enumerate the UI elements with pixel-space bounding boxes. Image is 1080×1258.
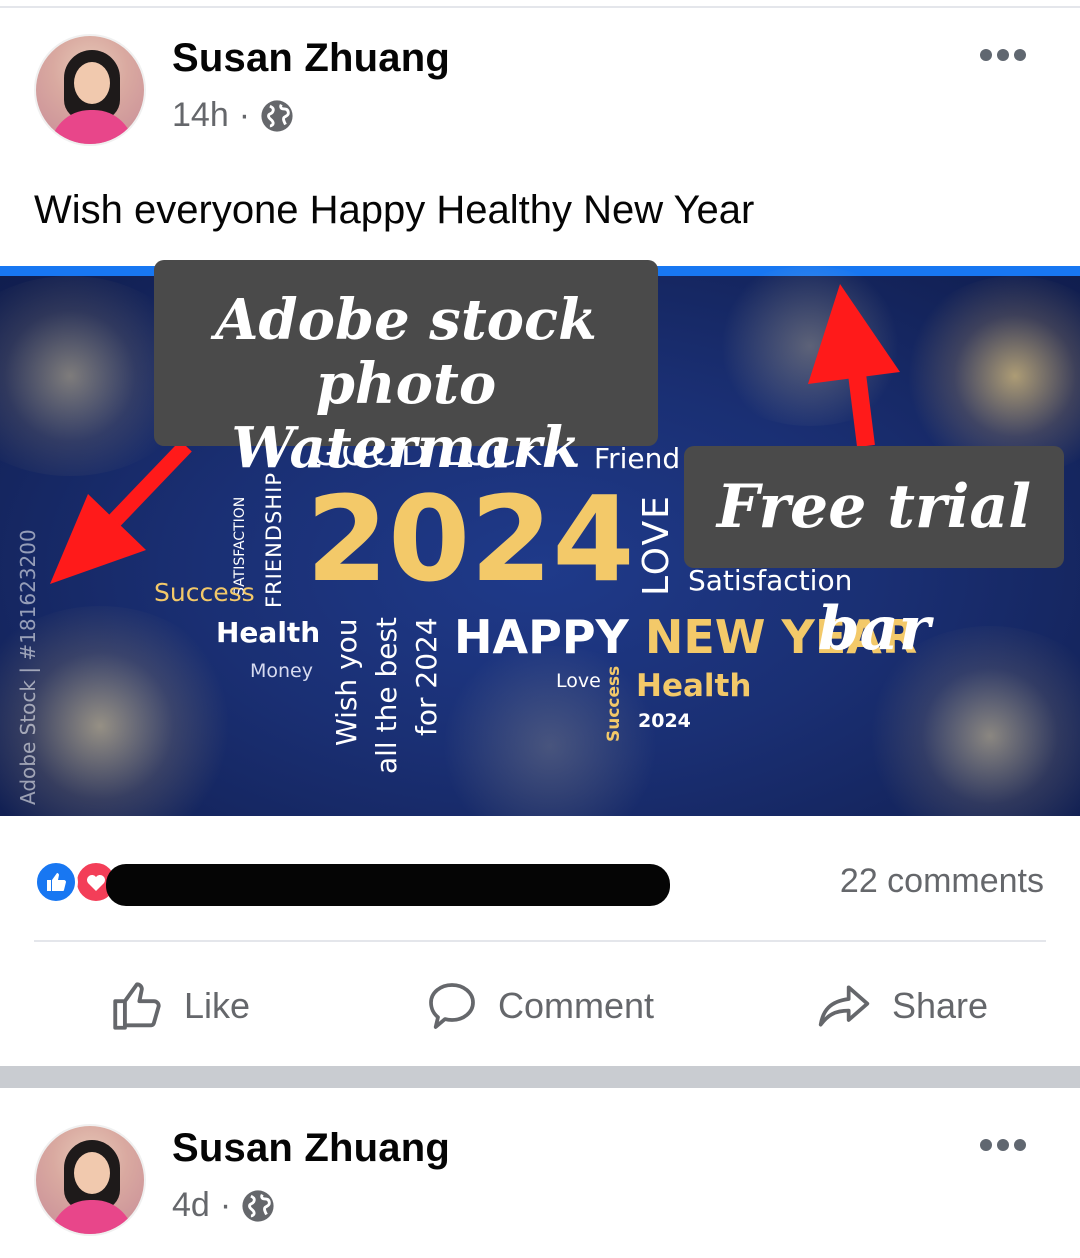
word-love-big: LOVE xyxy=(636,494,677,596)
avatar[interactable] xyxy=(34,1124,146,1236)
word-year: 2024 xyxy=(306,470,635,608)
post-time[interactable]: 4d xyxy=(172,1186,210,1225)
word-success-small: Success xyxy=(604,665,624,742)
avatar[interactable] xyxy=(34,34,146,146)
meta-separator: · xyxy=(238,96,251,134)
comment-label: Comment xyxy=(498,985,655,1026)
share-icon xyxy=(818,985,870,1027)
trial-bar-annotation: Free trial bar xyxy=(684,446,1064,664)
comment-button[interactable]: Comment xyxy=(424,966,654,1046)
watermark-annotation: Adobe stock photo Watermark xyxy=(154,260,658,480)
word-all-the-best: all the best xyxy=(370,616,403,774)
like-button[interactable]: Like xyxy=(108,966,250,1046)
adobe-stock-watermark: Adobe Stock | #181623200 xyxy=(16,529,40,805)
post-header: Susan Zhuang 14h · xyxy=(0,30,1080,160)
top-divider xyxy=(0,6,1080,8)
word-year-small: 2024 xyxy=(638,710,691,732)
share-label: Share xyxy=(892,985,989,1026)
post-meta: 4d · xyxy=(172,1186,275,1225)
share-button[interactable]: Share xyxy=(814,966,988,1046)
comments-count[interactable]: 22 comments xyxy=(840,862,1044,901)
globe-icon[interactable] xyxy=(241,1189,275,1223)
like-label: Like xyxy=(184,985,251,1026)
actions-divider xyxy=(34,940,1046,942)
word-success: Success xyxy=(154,578,255,607)
redacted-reactors xyxy=(106,864,670,906)
reaction-summary[interactable] xyxy=(34,856,734,906)
post-separator xyxy=(0,1066,1080,1088)
word-friendship: FRIENDSHIP xyxy=(262,472,286,608)
author-name[interactable]: Susan Zhuang xyxy=(172,36,450,81)
post-meta: 14h · xyxy=(172,96,294,135)
more-icon[interactable] xyxy=(980,48,1026,62)
globe-icon[interactable] xyxy=(260,99,294,133)
more-icon[interactable] xyxy=(980,1138,1026,1152)
like-icon xyxy=(113,982,161,1030)
word-money: Money xyxy=(250,660,313,682)
action-bar: Like Comment Share xyxy=(0,966,1080,1046)
word-health-gold: Health xyxy=(636,668,752,704)
word-wish-you: Wish you xyxy=(330,618,363,746)
post-header: Susan Zhuang 4d · xyxy=(0,1120,1080,1250)
meta-separator: · xyxy=(219,1186,232,1224)
author-name[interactable]: Susan Zhuang xyxy=(172,1126,450,1171)
post-time[interactable]: 14h xyxy=(172,96,229,135)
word-for-2024: for 2024 xyxy=(410,617,443,736)
word-love-small: Love xyxy=(556,670,601,692)
comment-icon xyxy=(429,983,475,1029)
post-caption: Wish everyone Happy Healthy New Year xyxy=(34,188,755,232)
like-reaction-icon xyxy=(34,860,78,904)
word-health: Health xyxy=(216,616,321,649)
